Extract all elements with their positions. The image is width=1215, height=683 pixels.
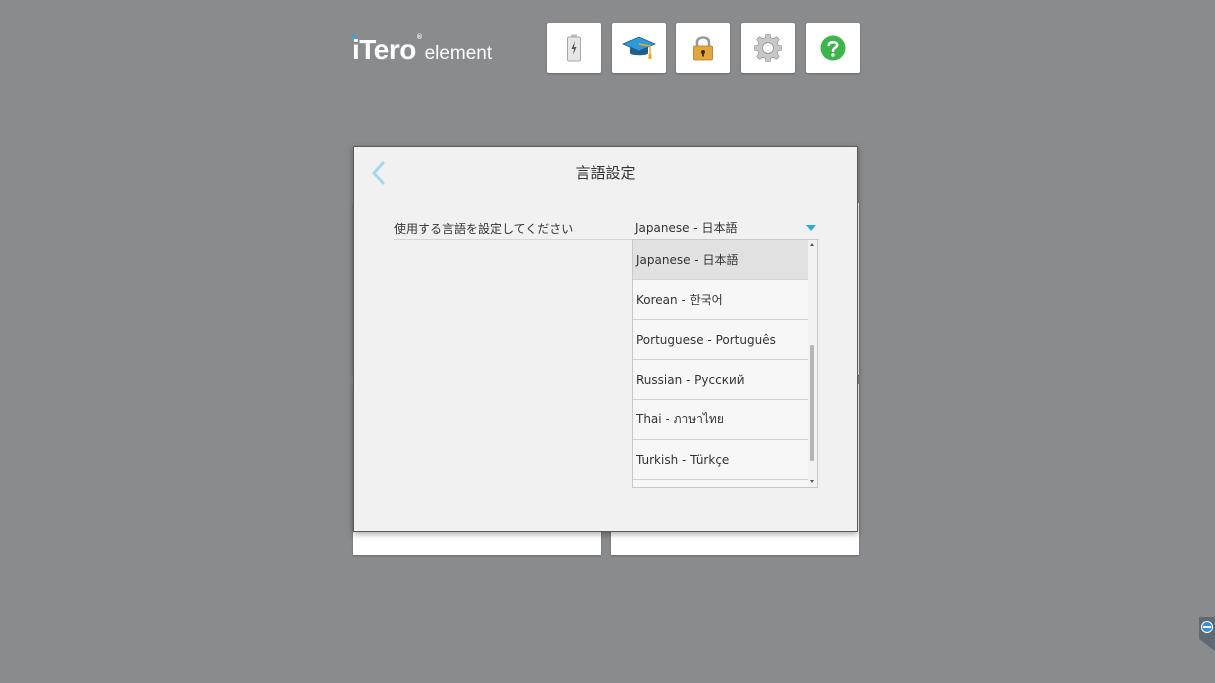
learning-button[interactable] bbox=[612, 23, 666, 73]
scroll-down-arrow-icon[interactable] bbox=[810, 480, 814, 483]
help-button[interactable] bbox=[806, 23, 860, 73]
dropdown-option-portuguese[interactable]: Portuguese - Português bbox=[633, 320, 810, 360]
gear-icon bbox=[754, 34, 782, 62]
language-select[interactable]: Japanese - 日本語 bbox=[635, 219, 737, 236]
battery-icon bbox=[567, 34, 581, 62]
dropdown-option-russian[interactable]: Russian - Русский bbox=[633, 360, 810, 400]
dropdown-option-partial[interactable] bbox=[633, 480, 810, 487]
scroll-up-arrow-icon[interactable] bbox=[810, 243, 814, 246]
itero-element-logo: iTero® element bbox=[352, 34, 492, 70]
graduation-cap-icon bbox=[622, 36, 656, 59]
dropdown-options: Japanese - 日本語 Korean - 한국어 Portuguese -… bbox=[633, 240, 810, 487]
settings-button[interactable] bbox=[741, 23, 795, 73]
language-setting-row: 使用する言語を設定してください Japanese - 日本語 bbox=[394, 215, 819, 240]
lock-icon bbox=[693, 36, 713, 61]
lock-button[interactable] bbox=[676, 23, 730, 73]
language-settings-dialog: 言語設定 使用する言語を設定してください Japanese - 日本語 Japa… bbox=[353, 146, 858, 532]
help-icon bbox=[820, 35, 846, 61]
language-setting-label: 使用する言語を設定してください bbox=[394, 222, 574, 236]
dialog-title: 言語設定 bbox=[575, 164, 636, 182]
dropdown-option-thai[interactable]: Thai - ภาษาไทย bbox=[633, 400, 810, 440]
logo-dot bbox=[352, 35, 356, 39]
scroll-thumb[interactable] bbox=[810, 345, 814, 461]
dropdown-option-turkish[interactable]: Turkish - Türkçe bbox=[633, 440, 810, 480]
dropdown-scrollbar[interactable] bbox=[808, 240, 817, 487]
chevron-down-icon[interactable] bbox=[806, 225, 816, 231]
logo-subtitle: element bbox=[424, 43, 493, 64]
language-dropdown-list[interactable]: Japanese - 日本語 Korean - 한국어 Portuguese -… bbox=[632, 239, 818, 488]
logo-brand: iTero® bbox=[352, 34, 422, 65]
remote-support-icon[interactable] bbox=[1197, 617, 1215, 651]
battery-button[interactable] bbox=[547, 23, 601, 73]
dropdown-option-korean[interactable]: Korean - 한국어 bbox=[633, 280, 810, 320]
dropdown-option-japanese[interactable]: Japanese - 日本語 bbox=[633, 240, 810, 280]
